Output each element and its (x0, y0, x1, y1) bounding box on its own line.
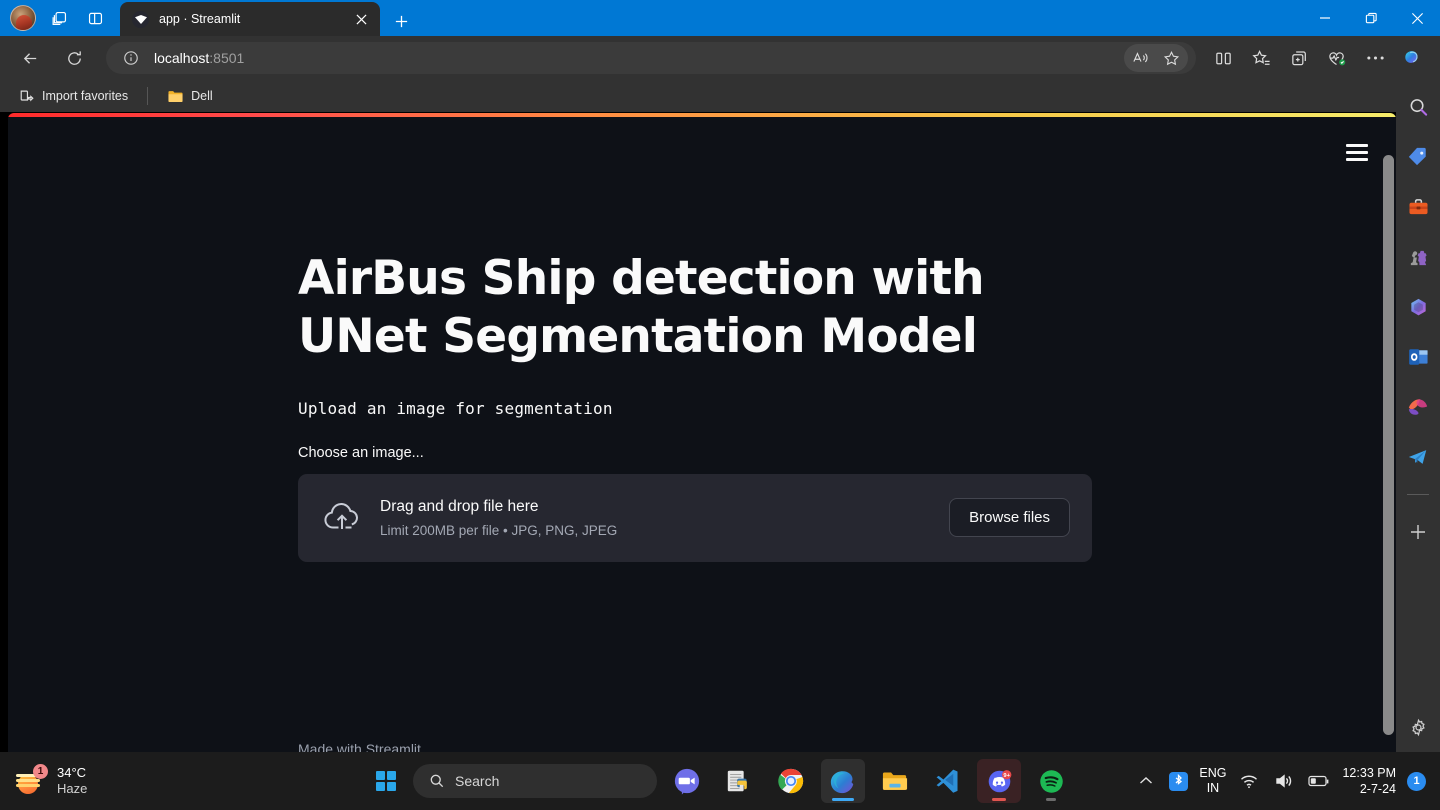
settings-gear-icon[interactable] (1403, 712, 1433, 742)
hamburger-menu-icon[interactable] (1340, 135, 1374, 169)
page-scrollbar[interactable] (1383, 155, 1394, 735)
browser-tab[interactable]: app · Streamlit (120, 2, 380, 36)
search-icon (430, 774, 444, 788)
bookmarks-bar: Import favorites Dell (0, 80, 1440, 112)
weather-widget[interactable]: 1 34°C Haze (16, 764, 88, 798)
back-arrow-icon[interactable] (13, 41, 47, 75)
outlook-icon[interactable] (1403, 342, 1433, 372)
search-placeholder: Search (455, 773, 500, 789)
active-app-indicator (832, 798, 854, 801)
discord-badge-text: 9+ (1003, 773, 1010, 779)
bookmark-dell-folder[interactable]: Dell (160, 86, 220, 107)
bookmark-import-favorites[interactable]: Import favorites (12, 85, 135, 107)
split-pane-icon[interactable] (82, 5, 108, 31)
url-port: :8501 (209, 50, 245, 66)
haze-sun-icon: 1 (16, 764, 48, 794)
battery-icon[interactable] (1307, 769, 1331, 793)
dropzone-title: Drag and drop file here (380, 497, 539, 515)
microsoft-365-icon[interactable] (1403, 292, 1433, 322)
clock-date: 2-7-24 (1359, 782, 1396, 796)
taskbar-app-spotify[interactable] (1029, 759, 1073, 803)
import-favorites-icon (20, 90, 34, 102)
refresh-icon[interactable] (57, 41, 91, 75)
clock-time: 12:33 PM (1342, 765, 1396, 780)
language-secondary: IN (1206, 781, 1220, 795)
dropzone-limits: Limit 200MB per file • JPG, PNG, JPEG (380, 522, 618, 538)
web-content-viewport: AirBus Ship detection with UNet Segmenta… (8, 113, 1396, 752)
app-running-indicator (1046, 798, 1056, 801)
browser-titlebar: app · Streamlit (0, 0, 1440, 36)
close-icon[interactable] (350, 8, 372, 30)
streamlit-icon (132, 10, 149, 28)
browser-navbar: localhost:8501 (0, 36, 1440, 80)
weather-badge: 1 (33, 764, 48, 779)
address-bar[interactable]: localhost:8501 (106, 42, 1196, 74)
split-screen-icon[interactable] (1206, 41, 1240, 75)
collections-star-icon[interactable] (1244, 41, 1278, 75)
browser-essentials-icon[interactable] (1320, 41, 1354, 75)
system-tray: ENG IN 12:33 PM 2-7-24 1 (1134, 752, 1440, 810)
profile-avatar[interactable] (10, 5, 36, 31)
tab-groups-icon[interactable] (46, 5, 72, 31)
url-host: localhost (154, 50, 210, 66)
designer-icon[interactable] (1403, 392, 1433, 422)
games-icon[interactable] (1403, 242, 1433, 272)
taskbar-center-group: Search 9+ (367, 759, 1073, 803)
tools-icon[interactable] (1403, 192, 1433, 222)
volume-icon[interactable] (1272, 769, 1296, 793)
app-running-indicator (992, 798, 1006, 801)
shopping-tag-icon[interactable] (1403, 142, 1433, 172)
window-close-button[interactable] (1394, 0, 1440, 36)
edge-sidebar (1396, 80, 1440, 752)
weather-condition: Haze (57, 781, 88, 796)
search-input[interactable]: Search (413, 764, 657, 798)
bluetooth-icon[interactable] (1169, 771, 1189, 791)
add-to-collection-icon[interactable] (1282, 41, 1316, 75)
screen: app · Streamlit localhost:8501 Import fa… (0, 0, 1440, 810)
browse-files-button[interactable]: Browse files (949, 498, 1070, 538)
clock[interactable]: 12:33 PM 2-7-24 (1342, 765, 1396, 798)
maximize-button[interactable] (1348, 0, 1394, 36)
streamlit-footer: Made with Streamlit (298, 741, 421, 752)
copilot-icon[interactable] (1396, 41, 1430, 75)
language-indicator[interactable]: ENG IN (1199, 766, 1226, 796)
new-tab-button[interactable] (386, 6, 416, 36)
taskbar-app-chrome[interactable] (769, 759, 813, 803)
address-text: localhost:8501 (154, 50, 244, 66)
read-aloud-icon[interactable] (1126, 44, 1156, 72)
cloud-upload-icon (322, 502, 368, 533)
info-circle-icon[interactable] (116, 44, 146, 72)
file-uploader-dropzone[interactable]: Drag and drop file here Limit 200MB per … (298, 473, 1092, 562)
add-sidebar-app-icon[interactable] (1403, 517, 1433, 547)
sidebar-divider (1407, 494, 1429, 495)
bookmark-separator (147, 87, 149, 105)
wifi-icon[interactable] (1237, 769, 1261, 793)
start-button[interactable] (367, 762, 405, 800)
taskbar-app-vscode[interactable] (925, 759, 969, 803)
bookmark-label: Import favorites (42, 89, 129, 103)
weather-temperature: 34°C (57, 764, 87, 780)
show-hidden-icons-icon[interactable] (1134, 769, 1158, 793)
search-icon[interactable] (1403, 92, 1433, 122)
language-primary: ENG (1199, 766, 1227, 780)
streamlit-main-content: AirBus Ship detection with UNet Segmenta… (298, 113, 1098, 562)
notification-badge[interactable]: 1 (1407, 771, 1426, 791)
taskbar-app-discord[interactable]: 9+ (977, 759, 1021, 803)
page-subtitle: Upload an image for segmentation (298, 398, 613, 418)
minimize-button[interactable] (1302, 0, 1348, 36)
folder-icon (168, 90, 183, 102)
file-uploader-label: Choose an image... (298, 444, 424, 461)
taskbar-app-file-explorer[interactable] (873, 759, 917, 803)
taskbar-app-edge[interactable] (821, 759, 865, 803)
bookmark-label: Dell (191, 89, 213, 103)
tab-title: app · Streamlit (159, 12, 241, 26)
favorite-star-icon[interactable] (1156, 44, 1186, 72)
more-options-icon[interactable] (1358, 41, 1392, 75)
page-title: AirBus Ship detection with UNet Segmenta… (298, 251, 985, 365)
taskbar-app-python-idle[interactable] (717, 759, 761, 803)
windows-taskbar: 1 34°C Haze Search 9+ ENG IN 12:33 PM 2-… (0, 752, 1440, 810)
taskbar-app-zoom[interactable] (665, 759, 709, 803)
telegram-icon[interactable] (1403, 442, 1433, 472)
